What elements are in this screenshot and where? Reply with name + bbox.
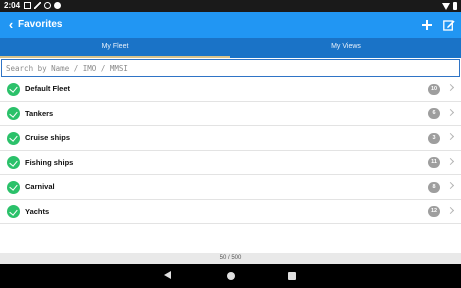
search-box [1, 59, 460, 77]
notification-icon [54, 2, 61, 9]
list-item[interactable]: Default Fleet 10 [0, 77, 461, 102]
status-time: 2:04 [4, 1, 21, 10]
chevron-right-icon [446, 157, 455, 165]
back-arrow-icon[interactable]: ‹ [4, 17, 18, 33]
check-circle-icon [7, 180, 20, 194]
fleet-name: Yachts [25, 206, 50, 216]
status-bar: 2:04 [0, 0, 461, 12]
app-screen: 2:04 ‹ Favorites My Fleet My Views Searc… [0, 0, 461, 288]
check-circle-icon [7, 131, 20, 145]
notification-icons [24, 2, 61, 9]
tab-label: My Fleet [101, 43, 129, 50]
count-badge: 8 [428, 181, 440, 193]
plus-icon[interactable] [420, 17, 434, 33]
tab-my-views[interactable]: My Views [231, 38, 461, 58]
check-circle-icon [7, 156, 20, 169]
fleet-name: Carnival [25, 182, 55, 191]
check-circle-icon [7, 82, 20, 96]
check-circle-icon [7, 107, 20, 120]
count-badge: 12 [428, 206, 440, 217]
check-circle-icon [7, 205, 20, 218]
fleet-name: Tankers [25, 108, 54, 118]
count-badge: 3 [428, 132, 440, 144]
fleet-name: Default Fleet [25, 84, 71, 93]
battery-icon [453, 2, 457, 10]
list-item[interactable]: Carnival 8 [0, 175, 461, 200]
fleet-name: Fishing ships [25, 157, 74, 167]
chevron-right-icon [446, 181, 455, 190]
fleet-count-footer: 50 / 500 [0, 253, 461, 264]
list-item[interactable]: Cruise ships 3 [0, 126, 461, 151]
count-badge: 10 [428, 83, 440, 95]
count-badge: 6 [428, 108, 440, 119]
list-item[interactable]: Fishing ships 11 [0, 150, 461, 175]
list-item[interactable]: Yachts 12 [0, 199, 461, 224]
page-title: Favorites [18, 19, 63, 30]
notification-icon [34, 2, 41, 9]
chevron-right-icon [446, 132, 455, 141]
fleet-list: Default Fleet 10 Tankers 6 Cruise ships … [0, 77, 461, 224]
fleet-name: Cruise ships [25, 133, 71, 142]
system-nav-bar [0, 264, 461, 288]
edit-icon[interactable] [442, 17, 456, 33]
chevron-right-icon [446, 83, 455, 92]
tab-selected-indicator [0, 56, 230, 58]
tab-bar: My Fleet My Views [0, 38, 461, 58]
nav-home-icon[interactable] [227, 271, 235, 280]
tab-label: My Views [331, 43, 361, 50]
nav-recents-icon[interactable] [288, 271, 296, 280]
list-item[interactable]: Tankers 6 [0, 101, 461, 126]
wifi-icon [442, 2, 450, 10]
nav-back-icon[interactable] [164, 271, 171, 279]
app-bar: ‹ Favorites [0, 12, 461, 38]
notification-icon [44, 2, 51, 9]
notification-icon [24, 2, 31, 9]
chevron-right-icon [446, 206, 455, 214]
search-input[interactable] [2, 60, 459, 76]
tab-my-fleet[interactable]: My Fleet [0, 38, 230, 58]
system-icons [442, 2, 457, 10]
chevron-right-icon [446, 108, 455, 116]
count-badge: 11 [428, 157, 440, 168]
